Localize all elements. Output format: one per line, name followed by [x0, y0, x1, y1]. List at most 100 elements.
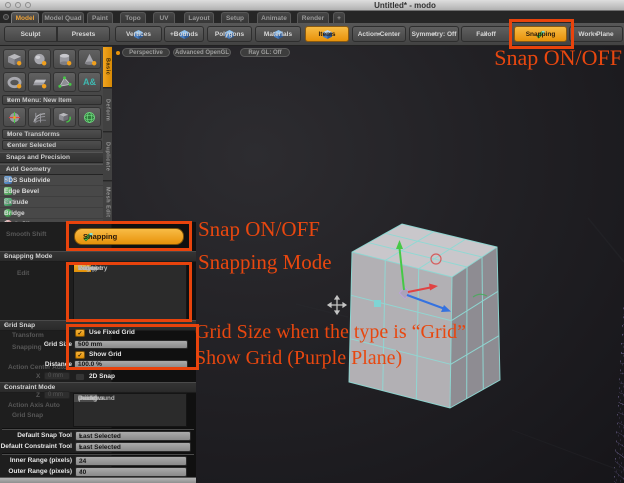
inner-range-field[interactable]: 24	[75, 456, 187, 466]
tab-animate[interactable]: Animate	[257, 12, 291, 23]
bend-mesh-tool-icon[interactable]	[28, 107, 51, 127]
chevron-down-icon	[377, 31, 380, 38]
viewport-perspective-pill[interactable]: Perspective	[122, 48, 170, 57]
ghost-transform: Transform	[12, 332, 44, 339]
sphere-primitive-icon[interactable]	[28, 49, 51, 69]
stepper-icon[interactable]	[79, 469, 82, 476]
minimize-window-icon[interactable]	[15, 2, 21, 8]
annotation-box-grid-settings	[66, 324, 199, 370]
viewport-raygl-pill[interactable]: Ray GL: Off	[240, 48, 290, 57]
constraint-mode-header[interactable]: Constraint Mode	[0, 382, 196, 393]
divider	[2, 428, 194, 430]
spin-cube-tool-icon[interactable]	[53, 107, 76, 127]
annotation-box-snap-mode	[66, 262, 192, 322]
item-menu-dropdown[interactable]: Item Menu: New Item	[2, 95, 102, 105]
viewport-opengl-pill[interactable]: Advanced OpenGL	[173, 48, 231, 57]
annotation-snap-mid: Snap ON/OFF	[198, 217, 320, 241]
close-window-icon[interactable]	[5, 2, 11, 8]
annotation-grid-size: Grid Size when the type is “Grid”	[195, 321, 467, 343]
chevron-down-icon	[7, 131, 10, 138]
tab-add[interactable]: +	[333, 12, 345, 23]
vtab-basic[interactable]: Basic	[103, 47, 112, 88]
sculpt-button[interactable]: Sculpt	[4, 26, 57, 42]
tab-render[interactable]: Render	[297, 12, 329, 23]
modo-window: Untitled* - modo Model Model Quad Paint …	[0, 0, 624, 483]
ghost-grid-snap: Grid Snap	[12, 412, 44, 419]
2d-snap-checkbox[interactable]	[75, 373, 85, 381]
ghost-x-field: 0 mm	[44, 372, 70, 380]
snapping-mode-header[interactable]: Snapping Mode	[0, 251, 196, 262]
vtab-duplicate[interactable]: Duplicate	[103, 133, 112, 181]
cone-primitive-icon[interactable]	[78, 49, 101, 69]
items-mode-button[interactable]: Items	[305, 26, 349, 42]
ghost-x-label: X	[36, 373, 41, 380]
annotation-box-snap-button	[66, 221, 192, 251]
ghost-smooth-shift: Smooth Shift	[6, 231, 47, 238]
tab-topo[interactable]: Topo	[120, 12, 146, 23]
polygons-mode-button[interactable]: Polygons	[207, 26, 252, 42]
viewport-menu-dot-icon[interactable]	[116, 51, 120, 55]
tool-bridge[interactable]: Bridge	[0, 208, 103, 219]
snaps-precision-header[interactable]: Snaps and Precision	[0, 152, 103, 163]
symmetry-button[interactable]: Symmetry: Off	[409, 26, 459, 42]
center-selected-dropdown[interactable]: Center Selected	[2, 140, 102, 150]
layout-switcher-icon[interactable]	[3, 14, 9, 20]
divider	[2, 453, 194, 455]
window-title: Untitled* - modo	[374, 1, 436, 10]
vtab-mesh-edit[interactable]: Mesh Edit	[103, 182, 112, 224]
torus-primitive-icon[interactable]	[3, 72, 26, 92]
tab-paint[interactable]: Paint	[87, 12, 113, 23]
presets-button[interactable]: Presets	[57, 26, 110, 42]
annotation-snap-top: Snap ON/OFF	[494, 45, 622, 70]
ghost-z-label: Z	[36, 392, 40, 399]
2d-snap-label: 2D Snap	[89, 373, 116, 380]
axis-sphere-tool-icon[interactable]	[3, 107, 26, 127]
vtab-deform[interactable]: Deform	[103, 89, 112, 132]
work-plane-button[interactable]: Work Plane	[569, 26, 623, 42]
vertices-mode-button[interactable]: Vertices	[115, 26, 162, 42]
cylinder-primitive-icon[interactable]	[53, 49, 76, 69]
cube-primitive-icon[interactable]	[3, 49, 26, 69]
ghost-action-axis-auto: Action Axis Auto	[8, 402, 60, 409]
outer-range-field[interactable]: 40	[75, 467, 187, 477]
window-bottom-edge	[0, 477, 196, 483]
plane-primitive-icon[interactable]	[28, 72, 51, 92]
chevron-down-icon	[594, 31, 597, 38]
default-constraint-tool-label: Default Constraint Tool	[0, 443, 72, 450]
falloff-button[interactable]: Falloff	[461, 26, 511, 42]
constraint-option-primitive[interactable]: Primitive	[74, 394, 105, 402]
annotation-snapping-mode: Snapping Mode	[198, 250, 332, 274]
tab-layout[interactable]: Layout	[184, 12, 214, 23]
work-plane-grid	[612, 46, 624, 483]
default-snap-tool-dropdown[interactable]: Last Selected	[75, 431, 191, 441]
default-constraint-tool-dropdown[interactable]: Last Selected	[75, 442, 191, 452]
bounds-mode-button[interactable]: +Bounds	[164, 26, 204, 42]
tab-model-quad[interactable]: Model Quad	[42, 12, 84, 23]
titlebar: Untitled* - modo	[0, 0, 624, 11]
tab-uv[interactable]: UV	[153, 12, 175, 23]
text-tool-icon[interactable]: A&	[78, 72, 101, 92]
chevron-down-icon	[484, 31, 487, 38]
chevron-down-icon	[7, 142, 10, 149]
zoom-window-icon[interactable]	[25, 2, 31, 8]
more-transforms-dropdown[interactable]: More Transforms	[2, 129, 102, 139]
tab-model[interactable]: Model	[11, 12, 39, 23]
tool-extrude[interactable]: Extrude Shift-X	[0, 197, 103, 208]
chevron-down-icon	[79, 444, 82, 451]
tool-edge-bevel[interactable]: Edge Bevel	[0, 186, 103, 197]
outer-range-label: Outer Range (pixels)	[8, 468, 72, 475]
tool-sds-subdivide[interactable]: SDS Subdivide D	[0, 175, 103, 186]
stepper-icon[interactable]	[79, 458, 82, 465]
chevron-down-icon	[432, 31, 435, 38]
action-center-button[interactable]: Action Center	[352, 26, 406, 42]
chevron-down-icon	[79, 433, 82, 440]
constraint-mode-list[interactable]: (none) Guide Background Primitive	[73, 393, 187, 427]
sketch-primitive-icon[interactable]	[53, 72, 76, 92]
ghost-edit: Edit	[17, 270, 30, 277]
material-sphere-tool-icon[interactable]	[78, 107, 101, 127]
tab-setup[interactable]: Setup	[221, 12, 249, 23]
annotation-show-grid: Show Grid (Purple Plane)	[195, 347, 403, 369]
default-snap-tool-label: Default Snap Tool	[17, 432, 72, 439]
add-geometry-header[interactable]: Add Geometry	[0, 164, 103, 175]
materials-mode-button[interactable]: Materials	[255, 26, 301, 42]
